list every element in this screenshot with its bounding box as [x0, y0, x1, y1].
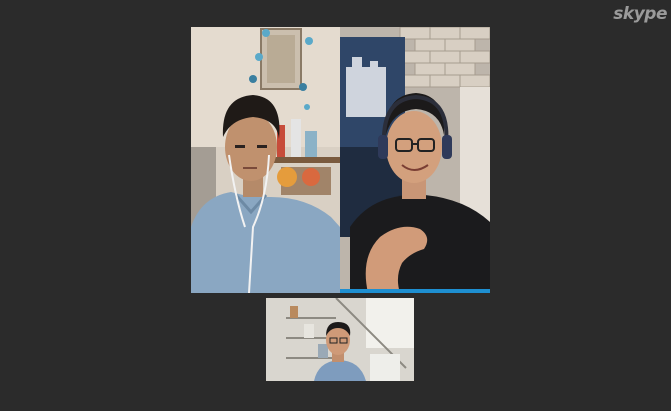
active-speaker-indicator — [340, 289, 490, 293]
video-tile-participant-1[interactable] — [191, 27, 340, 293]
participant-2-video — [340, 27, 490, 293]
self-preview-video[interactable] — [266, 298, 414, 381]
video-tile-participant-2[interactable] — [340, 27, 490, 293]
skype-logo-icon: skype — [613, 4, 667, 24]
self-preview-feed — [266, 298, 414, 381]
participant-1-video — [191, 27, 340, 293]
